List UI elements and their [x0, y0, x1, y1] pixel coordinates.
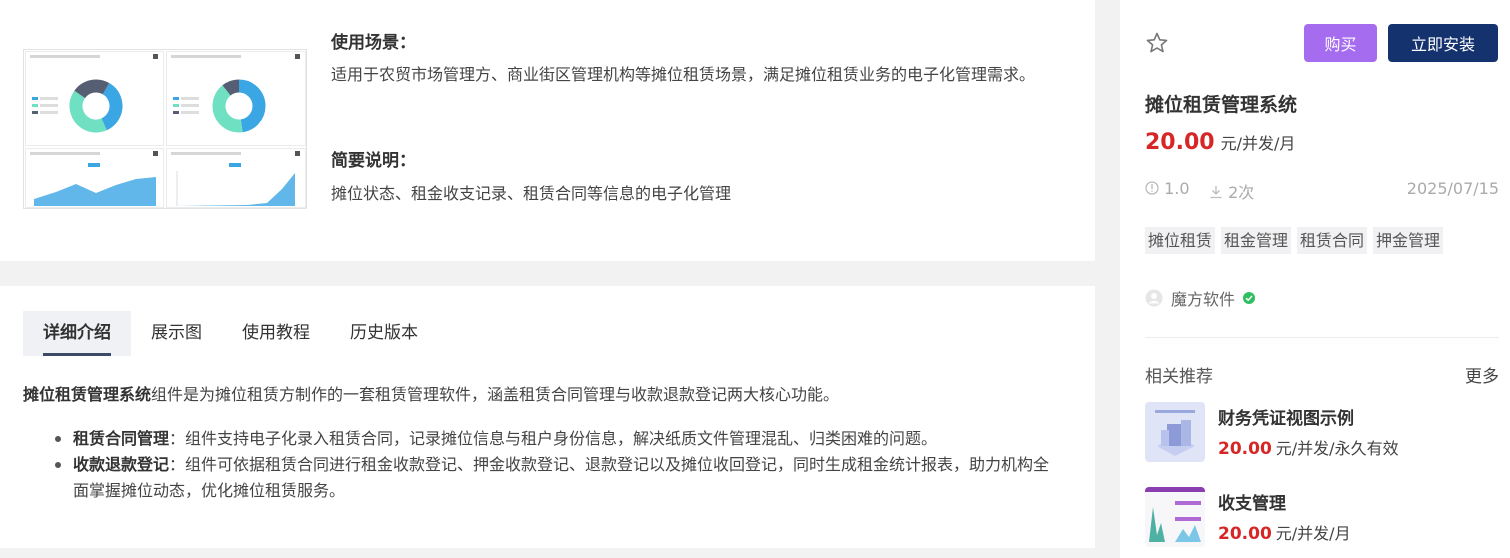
recommendation-price: 20.00 元/并发/月 [1218, 520, 1351, 544]
feature-title: 收款退款登记 [73, 455, 170, 474]
download-value: 2次 [1228, 183, 1255, 202]
star-icon[interactable] [1145, 31, 1169, 55]
recommendations-title: 相关推荐 [1145, 367, 1213, 387]
install-button[interactable]: 立即安装 [1388, 24, 1498, 62]
feature-title: 租赁合同管理 [73, 429, 170, 448]
thumb-area-chart-1 [25, 148, 164, 208]
buy-button[interactable]: 购买 [1304, 24, 1377, 62]
recommendation-item[interactable]: 财务凭证视图示例 20.00 元/并发/永久有效 [1145, 402, 1499, 464]
recommendation-thumbnail [1145, 402, 1205, 462]
recommendation-name: 收支管理 [1218, 494, 1286, 514]
download-icon [1210, 186, 1222, 199]
tab-screenshots[interactable]: 展示图 [131, 311, 222, 356]
intro-text: 组件是为摊位租赁方制作的一套租赁管理软件，涵盖租赁合同管理与收款退款登记两大核心… [151, 385, 840, 404]
thumb-donut-chart-1 [25, 51, 164, 146]
brief-text: 摊位状态、租金收支记录、租赁合同等信息的电子化管理 [331, 184, 732, 203]
user-avatar-icon [1145, 289, 1163, 307]
vendor-name: 魔方软件 [1171, 290, 1236, 309]
price-unit: 元/并发/月 [1275, 524, 1351, 543]
usage-title: 使用场景： [331, 33, 416, 53]
usage-text: 适用于农贸市场管理方、商业街区管理机构等摊位租赁场景，满足摊位租赁业务的电子化管… [331, 65, 1036, 84]
tag[interactable]: 租金管理 [1221, 227, 1292, 254]
thumb-area-chart-2 [166, 148, 306, 208]
price-unit: 元/并发/月 [1220, 134, 1296, 153]
product-price: 20.00 元/并发/月 [1145, 130, 1295, 155]
verified-icon [1243, 292, 1256, 304]
tab-tutorial[interactable]: 使用教程 [222, 311, 330, 356]
detail-card: 详细介绍 展示图 使用教程 历史版本 摊位租赁管理系统组件是为摊位租赁方制作的一… [0, 286, 1095, 548]
product-title: 摊位租赁管理系统 [1145, 94, 1298, 116]
vendor[interactable]: 魔方软件 [1145, 286, 1256, 310]
tag-list: 摊位租赁 租金管理 租赁合同 押金管理 [1145, 227, 1444, 254]
product-screenshot-thumbnail[interactable] [23, 49, 307, 209]
tag[interactable]: 摊位租赁 [1145, 227, 1216, 254]
info-icon [1145, 181, 1159, 195]
overview-card: 使用场景： 适用于农贸市场管理方、商业街区管理机构等摊位租赁场景，满足摊位租赁业… [0, 0, 1095, 261]
price-value: 20.00 [1218, 524, 1272, 544]
thumb-donut-chart-2 [166, 51, 306, 146]
intro-product-name: 摊位租赁管理系统 [23, 385, 152, 404]
recommendation-thumbnail [1145, 487, 1205, 547]
list-item: 收款退款登记：组件可依据租赁合同进行租金收款登记、押金收款登记、退款登记以及摊位… [55, 452, 1065, 504]
list-item: 租赁合同管理：组件支持电子化录入租赁合同，记录摊位信息与租户身份信息，解决纸质文… [55, 426, 1065, 452]
tag[interactable]: 租赁合同 [1297, 227, 1368, 254]
feature-text: ：组件可依据租赁合同进行租金收款登记、押金收款登记、退款登记以及摊位收回登记，同… [73, 455, 1050, 500]
download-count: 2次 [1209, 179, 1254, 203]
divider [1145, 337, 1499, 338]
detail-tabs: 详细介绍 展示图 使用教程 历史版本 [23, 311, 438, 356]
tag[interactable]: 押金管理 [1373, 227, 1444, 254]
tab-detail-intro[interactable]: 详细介绍 [23, 311, 131, 356]
recommendation-name: 财务凭证视图示例 [1218, 409, 1354, 429]
version-info: 1.0 [1145, 179, 1190, 198]
feature-text: ：组件支持电子化录入租赁合同，记录摊位信息与租户身份信息，解决纸质文件管理混乱、… [169, 429, 938, 448]
price-value: 20.00 [1218, 439, 1272, 459]
product-sidebar: 购买 立即安装 摊位租赁管理系统 20.00 元/并发/月 1.0 2次 2025… [1120, 0, 1510, 558]
detail-intro: 摊位租赁管理系统组件是为摊位租赁方制作的一套租赁管理软件，涵盖租赁合同管理与收款… [23, 381, 839, 405]
price-value: 20.00 [1145, 130, 1215, 155]
recommendations-header: 相关推荐 更多 [1145, 362, 1499, 387]
more-link[interactable]: 更多 [1465, 362, 1499, 387]
recommendation-price: 20.00 元/并发/永久有效 [1218, 435, 1399, 459]
recommendation-item[interactable]: 收支管理 20.00 元/并发/月 [1145, 487, 1499, 549]
price-unit: 元/并发/永久有效 [1275, 439, 1399, 458]
product-meta: 1.0 2次 2025/07/15 [1145, 179, 1499, 203]
release-date: 2025/07/15 [1406, 179, 1499, 198]
brief-title: 简要说明： [331, 151, 416, 171]
version-value: 1.0 [1164, 179, 1190, 198]
tab-history-versions[interactable]: 历史版本 [330, 311, 438, 356]
feature-list: 租赁合同管理：组件支持电子化录入租赁合同，记录摊位信息与租户身份信息，解决纸质文… [55, 426, 1065, 504]
